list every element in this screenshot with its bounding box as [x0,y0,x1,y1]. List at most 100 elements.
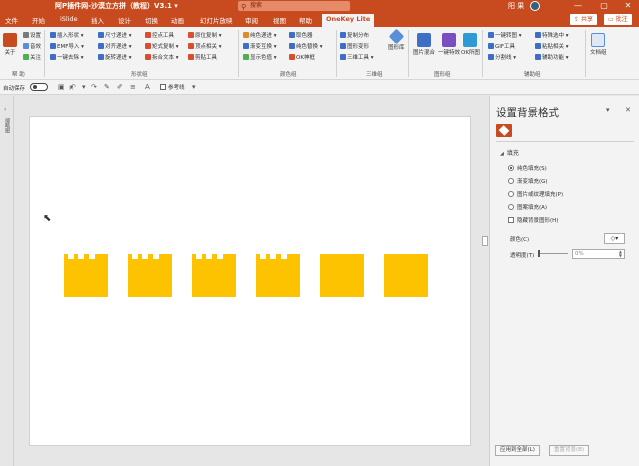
tab-file[interactable]: 文件 [5,15,18,25]
split-text-button[interactable]: 拆合文本 ▾ [145,53,179,61]
apply-to-all-button[interactable]: 应用到全部(L) [495,445,540,456]
pen-icon[interactable]: ✐ [117,83,123,91]
radio-selected[interactable] [508,165,514,171]
ok-frame-button[interactable]: OK神框 [289,53,315,61]
paste-button[interactable]: 粘贴相关 ▾ [535,42,569,50]
color-replace-button[interactable]: 纯色替换 ▾ [289,42,323,50]
handle-tool-button[interactable]: 控点工具 [145,31,174,39]
shape-morph-button[interactable]: 图形变形 [340,42,369,50]
one-key-remove-button[interactable]: 一键去除 ▾ [50,53,84,61]
scrollbar-thumb[interactable] [482,236,488,246]
rotate-step-button[interactable]: 旋转递进 ▾ [98,53,132,61]
tab-insert[interactable]: 插入 [91,15,104,25]
pane-options-icon[interactable]: ▾ [606,106,610,114]
settings-button[interactable]: 设置 [23,31,41,39]
slider-handle[interactable] [538,250,540,257]
maximize-button[interactable]: ▢ [596,0,612,13]
eyedropper-button[interactable]: 取色器 [289,31,313,39]
undo-dropdown-icon[interactable]: ▾ [82,83,86,91]
copy-distribute-button[interactable]: 复制分布 [340,31,369,39]
insert-shape-button[interactable]: 插入形状 ▾ [50,31,84,39]
vertex-button[interactable]: 顶点相关 ▾ [188,42,222,50]
matrix-copy-button[interactable]: 矩式复制 ▾ [145,42,179,50]
hide-background-option[interactable]: 隐藏背景图形(H) [508,216,558,224]
gradient-fill-option[interactable]: 渐变填充(G) [508,177,548,185]
share-button[interactable]: ⇪ 共享 [570,14,597,25]
search-box[interactable]: ⚲ 搜索 [238,1,350,11]
reference-line-checkbox[interactable] [160,84,166,90]
picture-fill-option[interactable]: 图片或纹理填充(P) [508,190,563,198]
one-key-effect-button[interactable]: 一键特效 [438,33,460,56]
tab-islide[interactable]: iSlide [60,15,78,23]
show-color-button[interactable]: 显示色值 ▾ [243,53,277,61]
close-button[interactable]: ✕ [620,0,636,13]
window-title[interactable]: 阿P插件网-沙漠立方拼（教程）V3.1 ▾ [55,1,178,11]
follow-button[interactable]: 关注 [23,53,41,61]
save-icon[interactable]: ▣ [58,83,65,91]
customize-dropdown-icon[interactable]: ▾ [192,83,196,91]
tab-slideshow[interactable]: 幻灯片放映 [200,15,233,25]
radio[interactable] [508,204,514,210]
solid-fill-option[interactable]: 纯色填充(S) [508,164,547,172]
picture-fill-label: 图片或纹理填充(P) [517,192,564,198]
image-blend-button[interactable]: 图片混合 [413,33,435,56]
transparency-slider[interactable] [539,253,568,254]
avatar[interactable] [530,1,540,11]
transparency-input[interactable]: 0% ▲ ▼ [572,249,625,259]
tab-help[interactable]: 帮助 [299,15,312,25]
color-step-button[interactable]: 纯色递进 ▾ [243,31,277,39]
fill-section-header[interactable]: ◢ 填充 [500,148,519,157]
document-group-button[interactable]: 文档组 [590,33,607,56]
color-picker-button[interactable]: ◇▾ [604,233,625,244]
gif-tool-button[interactable]: GIF工具 [488,42,515,50]
one-key-image-button[interactable]: 一键转图 ▾ [488,31,522,39]
size-step-button[interactable]: 尺寸递进 ▾ [98,31,132,39]
ok-crop-button[interactable]: OK所图 [461,33,480,56]
tab-view[interactable]: 视图 [273,15,286,25]
tab-animations[interactable]: 动画 [171,15,184,25]
comment-button[interactable]: ▭ 批注 [604,14,632,25]
redo-icon[interactable]: ↷ [91,83,97,91]
align-step-button[interactable]: 对齐递进 ▾ [98,42,132,50]
slide[interactable] [29,116,471,446]
aux-function-button[interactable]: 辅助功能 ▾ [535,53,569,61]
tab-review[interactable]: 审阅 [245,15,258,25]
about-button[interactable]: 关于 [3,33,17,56]
puzzle-piece-3[interactable] [192,254,236,297]
sound-button[interactable]: 音效 [23,42,41,50]
emf-import-button[interactable]: EMF导入 ▾ [50,42,84,50]
fill-tab[interactable] [496,124,512,137]
tab-design[interactable]: 设计 [118,15,131,25]
tab-onekey-lite[interactable]: OneKey Lite [322,14,375,27]
format-painter-icon[interactable]: ✎ [104,83,110,91]
shape-library-button[interactable]: 图形库 [388,28,405,51]
alignment-icon[interactable]: ≡ [130,83,136,91]
user-name[interactable]: 阳 果 [508,1,524,11]
radio[interactable] [508,178,514,184]
spinner-icon[interactable]: ▲ ▼ [619,250,622,258]
puzzle-piece-1[interactable] [64,254,108,297]
pane-close-icon[interactable]: ✕ [625,106,631,114]
thumbnail-label[interactable]: 缩略图 [3,118,11,133]
autosave-toggle[interactable]: 关 [30,83,74,91]
3d-tool-button[interactable]: 三维工具 ▾ [340,53,374,61]
reset-background-button[interactable]: 重置背景(B) [549,445,590,456]
tab-transitions[interactable]: 切换 [145,15,158,25]
pattern-fill-option[interactable]: 图案填充(A) [508,203,547,211]
special-select-button[interactable]: 特殊选中 ▾ [535,31,569,39]
minimize-button[interactable]: — [570,0,586,13]
tab-home[interactable]: 开始 [32,15,45,25]
radio[interactable] [508,191,514,197]
puzzle-piece-4[interactable] [256,254,300,297]
divider-line-button[interactable]: 分割线 ▾ [488,53,516,61]
puzzle-piece-6[interactable] [384,254,428,297]
undo-icon[interactable]: ↶ [70,83,76,91]
text-box-icon[interactable]: A [145,83,150,91]
checkbox[interactable] [508,217,514,223]
gradient-swap-button[interactable]: 渐变互换 ▾ [243,42,277,50]
puzzle-piece-2[interactable] [128,254,172,297]
expand-arrow-icon[interactable]: › [4,106,6,113]
clip-tool-button[interactable]: 剪贴工具 [188,53,217,61]
in-place-copy-button[interactable]: 原位复制 ▾ [188,31,222,39]
puzzle-piece-5[interactable] [320,254,364,297]
